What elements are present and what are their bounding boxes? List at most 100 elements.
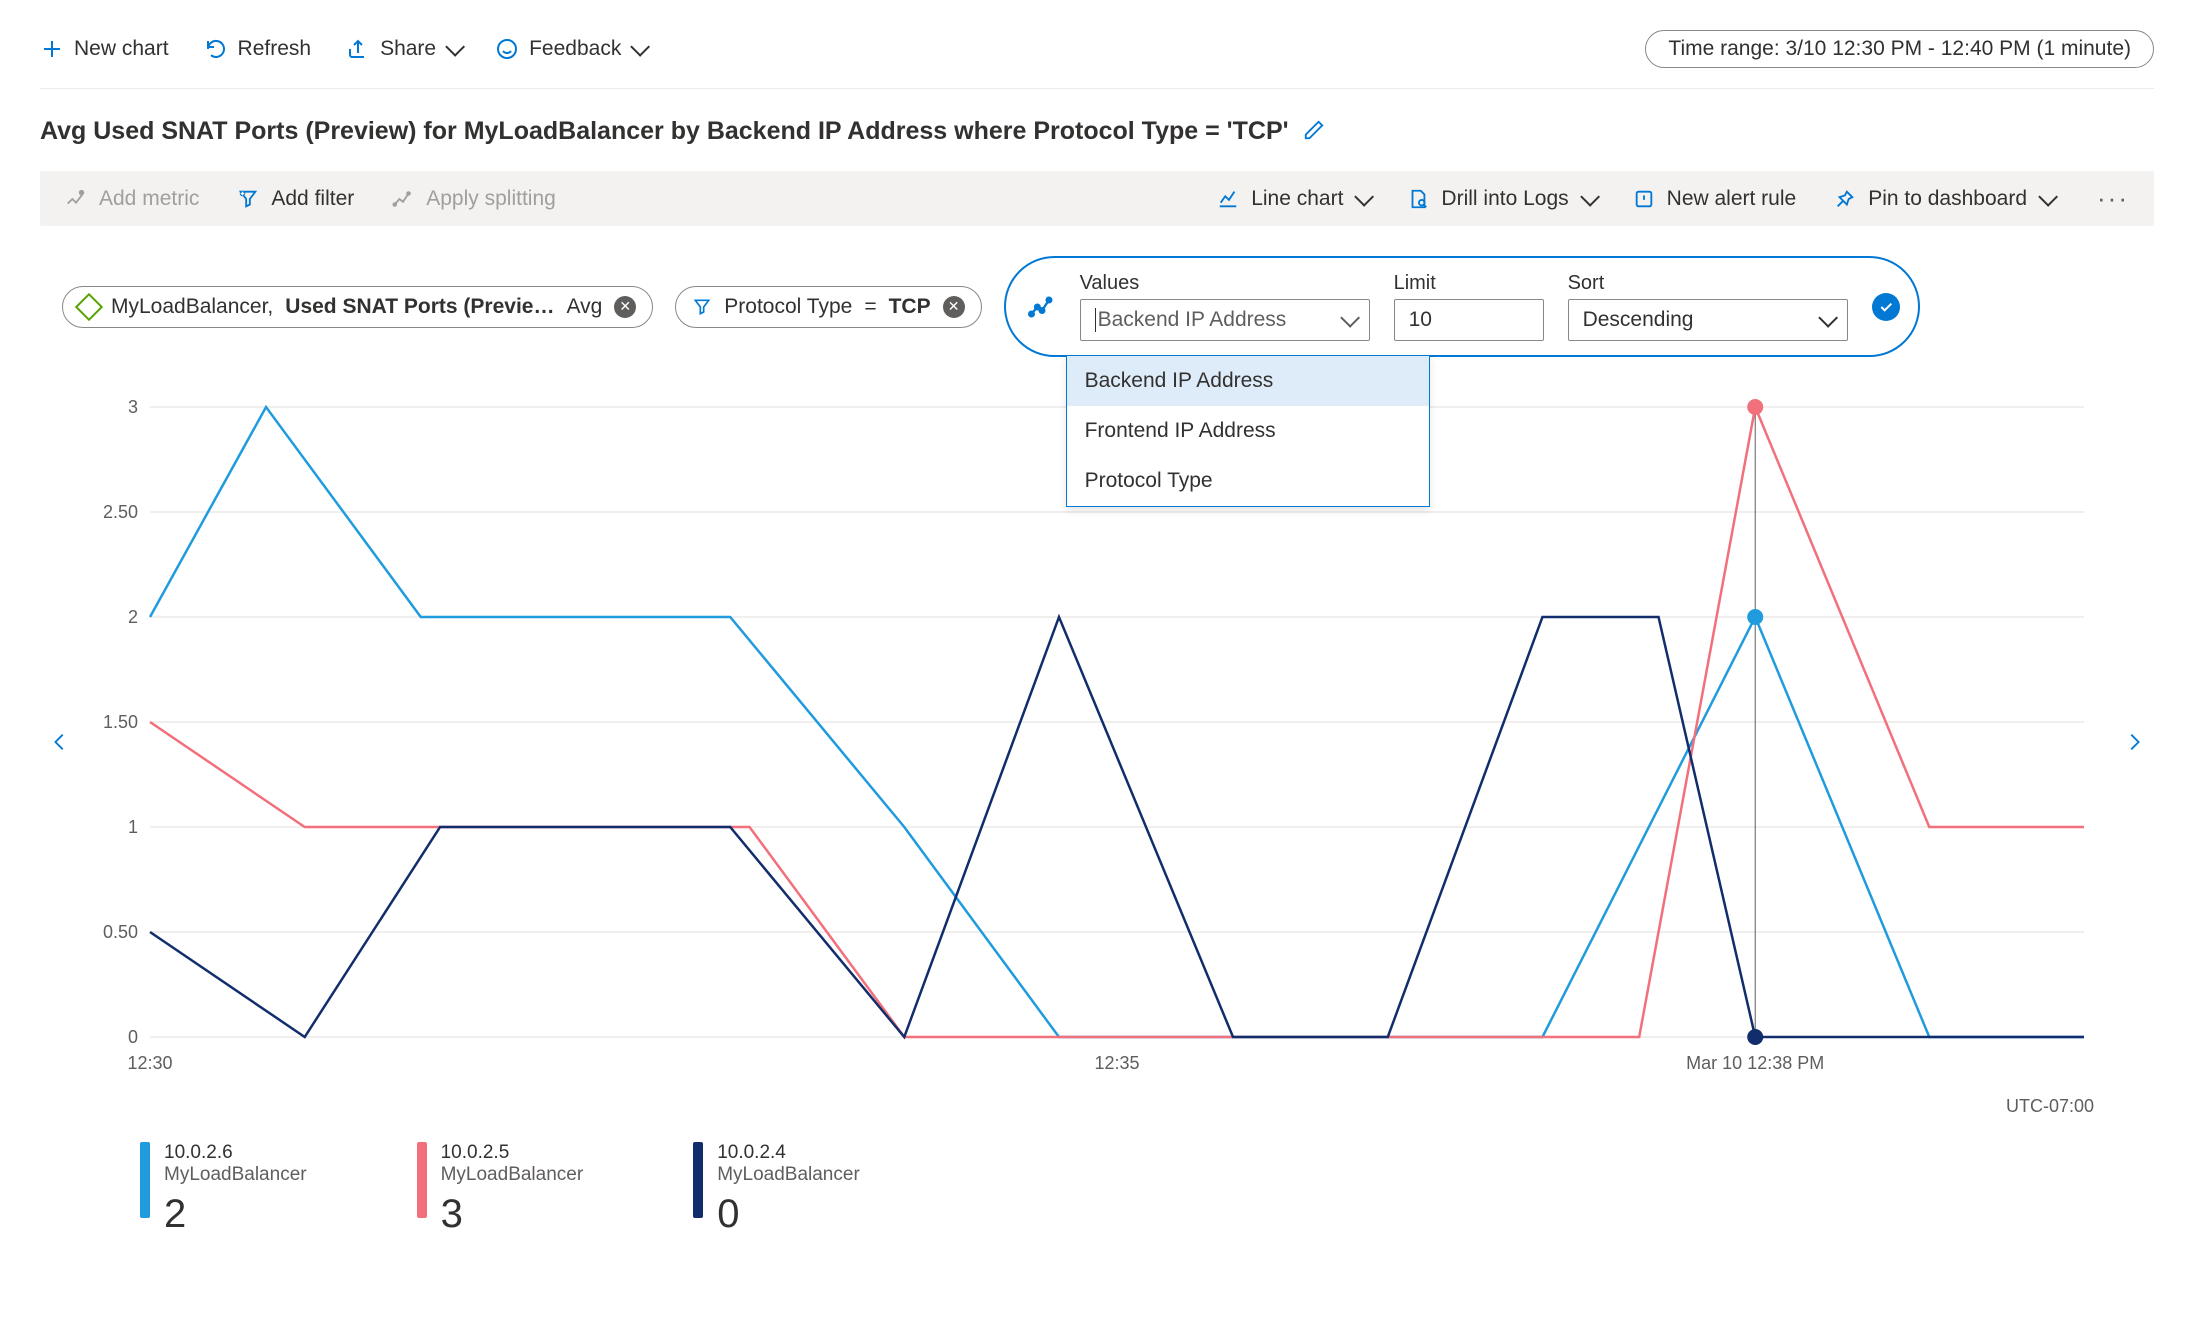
filter-op: = xyxy=(864,295,876,319)
svg-text:Mar 10 12:38 PM: Mar 10 12:38 PM xyxy=(1686,1053,1824,1073)
remove-filter-button[interactable]: ✕ xyxy=(943,296,965,318)
chart-toolbar-right: Line chart Drill into Logs New alert rul… xyxy=(1217,183,2129,214)
filter-value: TCP xyxy=(889,295,931,319)
chart-toolbar: Add metric Add filter Apply splitting Li… xyxy=(40,171,2154,226)
share-button[interactable]: Share xyxy=(346,37,460,61)
filter-pill[interactable]: Protocol Type = TCP ✕ xyxy=(675,286,981,328)
metric-pill[interactable]: MyLoadBalancer, Used SNAT Ports (Previe…… xyxy=(62,286,653,328)
values-select[interactable]: Backend IP Address xyxy=(1080,299,1370,341)
legend-resource: MyLoadBalancer xyxy=(717,1164,860,1186)
pin-dashboard-button[interactable]: Pin to dashboard xyxy=(1834,187,2053,211)
chart-toolbar-left: Add metric Add filter Apply splitting xyxy=(65,187,556,211)
drill-logs-button[interactable]: Drill into Logs xyxy=(1407,187,1594,211)
sort-select[interactable]: Descending xyxy=(1568,299,1848,341)
sort-field: Sort Descending xyxy=(1568,272,1848,341)
prev-chart-button[interactable] xyxy=(40,397,80,1087)
metric-agg: Avg xyxy=(566,295,602,319)
next-chart-button[interactable] xyxy=(2114,397,2154,1087)
top-toolbar: New chart Refresh Share Feedback Time ra… xyxy=(40,30,2154,89)
chevron-down-icon xyxy=(2038,186,2058,206)
metric-resource: MyLoadBalancer, xyxy=(111,295,273,319)
chevron-right-icon xyxy=(2123,725,2145,759)
pencil-icon xyxy=(1303,119,1325,141)
filter-icon xyxy=(237,188,259,210)
svg-text:12:35: 12:35 xyxy=(1094,1053,1139,1073)
line-chart-icon xyxy=(1217,188,1239,210)
legend-series-name: 10.0.2.4 xyxy=(717,1142,860,1164)
chevron-left-icon xyxy=(49,725,71,759)
legend-text: 10.0.2.6 MyLoadBalancer 2 xyxy=(164,1142,307,1237)
pills-row: MyLoadBalancer, Used SNAT Ports (Previe…… xyxy=(62,256,2154,357)
values-label: Values xyxy=(1080,272,1370,295)
legend-color-bar xyxy=(140,1142,150,1218)
legend-item[interactable]: 10.0.2.5 MyLoadBalancer 3 xyxy=(417,1142,584,1237)
values-selected: Backend IP Address xyxy=(1095,308,1287,332)
add-filter-button[interactable]: Add filter xyxy=(237,187,354,211)
new-alert-button[interactable]: New alert rule xyxy=(1633,187,1797,211)
drill-logs-label: Drill into Logs xyxy=(1441,187,1568,211)
legend-series-name: 10.0.2.5 xyxy=(441,1142,584,1164)
limit-value: 10 xyxy=(1409,308,1432,332)
apply-split-button[interactable] xyxy=(1872,293,1900,321)
toolbar-left: New chart Refresh Share Feedback xyxy=(40,37,645,61)
chart-type-label: Line chart xyxy=(1251,187,1343,211)
legend-item[interactable]: 10.0.2.6 MyLoadBalancer 2 xyxy=(140,1142,307,1237)
apply-splitting-button[interactable]: Apply splitting xyxy=(392,187,556,211)
chevron-down-icon xyxy=(1580,186,1600,206)
apply-splitting-label: Apply splitting xyxy=(426,187,556,211)
metric-icon xyxy=(65,188,87,210)
split-panel: Values Backend IP Address Limit 10 Sort … xyxy=(1004,256,1920,357)
loadbalancer-icon xyxy=(75,292,103,320)
remove-metric-button[interactable]: ✕ xyxy=(614,296,636,318)
feedback-label: Feedback xyxy=(529,37,621,61)
legend-color-bar xyxy=(417,1142,427,1218)
chevron-down-icon xyxy=(631,37,651,57)
svg-text:1.50: 1.50 xyxy=(103,712,138,732)
smile-icon xyxy=(495,37,519,61)
plus-icon xyxy=(40,37,64,61)
svg-text:0.50: 0.50 xyxy=(103,922,138,942)
svg-text:0: 0 xyxy=(128,1027,138,1047)
legend-text: 10.0.2.5 MyLoadBalancer 3 xyxy=(441,1142,584,1237)
edit-title-button[interactable] xyxy=(1303,119,1325,144)
split-icon xyxy=(392,188,414,210)
legend-current-value: 2 xyxy=(164,1192,307,1237)
check-icon xyxy=(1878,299,1894,315)
values-dropdown: Backend IP Address Frontend IP Address P… xyxy=(1066,355,1430,507)
funnel-icon xyxy=(692,297,712,317)
new-chart-label: New chart xyxy=(74,37,169,61)
add-filter-label: Add filter xyxy=(271,187,354,211)
filter-dimension: Protocol Type xyxy=(724,295,852,319)
dropdown-option[interactable]: Frontend IP Address xyxy=(1067,406,1429,456)
dropdown-option[interactable]: Protocol Type xyxy=(1067,456,1429,506)
pin-icon xyxy=(1834,188,1856,210)
refresh-label: Refresh xyxy=(238,37,312,61)
limit-field: Limit 10 xyxy=(1394,272,1544,341)
time-range-button[interactable]: Time range: 3/10 12:30 PM - 12:40 PM (1 … xyxy=(1645,30,2154,68)
feedback-button[interactable]: Feedback xyxy=(495,37,645,61)
dropdown-option[interactable]: Backend IP Address xyxy=(1067,356,1429,406)
legend-series-name: 10.0.2.6 xyxy=(164,1142,307,1164)
logs-icon xyxy=(1407,188,1429,210)
refresh-button[interactable]: Refresh xyxy=(204,37,312,61)
svg-text:3: 3 xyxy=(128,397,138,417)
splitting-icon xyxy=(1028,293,1056,321)
sort-label: Sort xyxy=(1568,272,1848,295)
chevron-down-icon xyxy=(1355,186,1375,206)
chart-title-row: Avg Used SNAT Ports (Preview) for MyLoad… xyxy=(40,117,2154,146)
limit-input[interactable]: 10 xyxy=(1394,299,1544,341)
refresh-icon xyxy=(204,37,228,61)
new-chart-button[interactable]: New chart xyxy=(40,37,169,61)
legend-current-value: 3 xyxy=(441,1192,584,1237)
more-button[interactable]: ··· xyxy=(2097,183,2129,214)
legend-resource: MyLoadBalancer xyxy=(441,1164,584,1186)
legend-text: 10.0.2.4 MyLoadBalancer 0 xyxy=(717,1142,860,1237)
legend-current-value: 0 xyxy=(717,1192,860,1237)
svg-text:2.50: 2.50 xyxy=(103,502,138,522)
chart-type-button[interactable]: Line chart xyxy=(1217,187,1369,211)
legend-resource: MyLoadBalancer xyxy=(164,1164,307,1186)
chevron-down-icon xyxy=(1818,308,1838,328)
limit-label: Limit xyxy=(1394,272,1544,295)
legend-item[interactable]: 10.0.2.4 MyLoadBalancer 0 xyxy=(693,1142,860,1237)
add-metric-button[interactable]: Add metric xyxy=(65,187,199,211)
